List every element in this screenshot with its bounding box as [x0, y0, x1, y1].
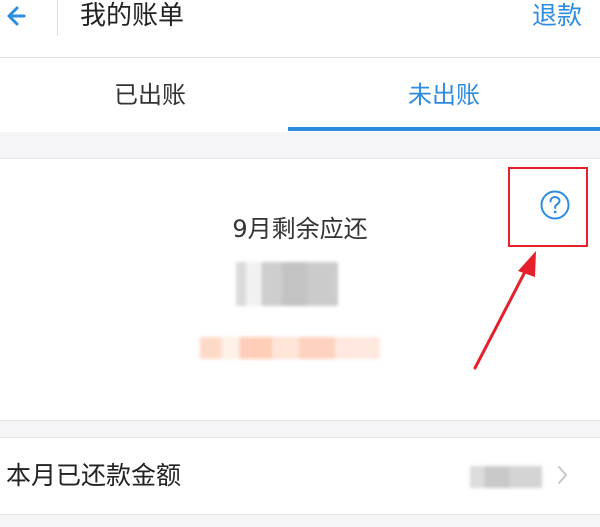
back-button[interactable]: [0, 0, 52, 44]
refund-link[interactable]: 退款: [532, 0, 582, 32]
paid-this-month-row[interactable]: 本月已还款金额: [0, 437, 600, 515]
tab-billed[interactable]: 已出账: [0, 58, 300, 132]
bill-tabs: 已出账 未出账: [0, 58, 600, 132]
page-title: 我的账单: [80, 1, 185, 31]
annotation-highlight-box: [508, 167, 588, 247]
app-header: 我的账单 退款: [0, 0, 600, 58]
due-info-obscured: [200, 337, 380, 359]
tab-unbilled[interactable]: 未出账: [288, 58, 600, 132]
paid-this-month-label: 本月已还款金额: [6, 461, 182, 490]
active-tab-indicator: [288, 127, 600, 131]
header-divider: [57, 0, 58, 36]
chevron-right-icon: [558, 466, 567, 484]
remaining-amount-obscured: [236, 262, 338, 306]
back-arrow-icon: [7, 6, 26, 26]
paid-amount-obscured: [470, 466, 542, 488]
